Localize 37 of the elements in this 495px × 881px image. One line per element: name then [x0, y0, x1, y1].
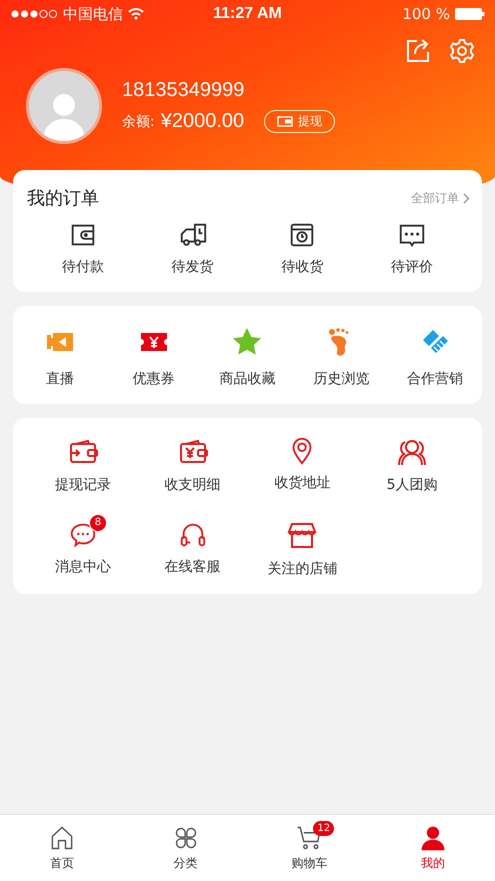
balance-amount: ¥2000.00 [160, 110, 244, 133]
menu-item-label[interactable]: 合作营销 [407, 370, 464, 388]
menu-item-label[interactable]: 5人团购 [386, 476, 438, 494]
share-icon[interactable] [405, 38, 431, 64]
menu-item-label[interactable]: 在线客服 [164, 558, 221, 576]
balance-label: 余额: [122, 112, 155, 130]
chevron-right-icon [463, 192, 470, 204]
person-icon [419, 824, 448, 852]
menu-item-label[interactable]: 待收货 [281, 258, 324, 276]
tab[interactable]: 首页 [0, 815, 124, 881]
menu-item-label[interactable]: 历史浏览 [313, 370, 370, 388]
wallet-icon [277, 116, 294, 127]
carrier-name: 中国电信 [63, 4, 123, 24]
menu-item-label[interactable]: 收货地址 [274, 474, 330, 492]
tab[interactable]: 12 购物车 [248, 815, 372, 881]
menu-item-label[interactable]: 待发货 [172, 258, 214, 276]
menu-item-label[interactable]: 直播 [46, 370, 74, 388]
menu-item-label[interactable]: 提现记录 [54, 476, 111, 494]
menu-item-label[interactable]: 关注的店铺 [267, 560, 338, 578]
clock: 11:27 AM [213, 5, 282, 23]
menu-item-label[interactable]: 商品收藏 [219, 370, 276, 388]
battery-percent: 100 % [402, 5, 450, 23]
signal-icon [10, 9, 58, 19]
count-badge: 8 [88, 514, 107, 532]
count-badge: 12 [313, 821, 334, 836]
menu-item-label[interactable]: 待付款 [62, 258, 104, 276]
menu-item-label[interactable]: 待评价 [391, 258, 434, 276]
menu-item-label[interactable]: 收支明细 [164, 476, 221, 494]
phone-number: 18135349999 [122, 79, 246, 102]
battery-icon [455, 8, 485, 20]
wifi-icon [128, 8, 144, 20]
tab[interactable]: 我的 [371, 815, 495, 881]
menu-item-label[interactable]: 优惠券 [132, 370, 175, 388]
menu-item-label[interactable]: 消息中心 [54, 558, 111, 576]
settings-icon[interactable] [449, 38, 475, 64]
section-title: 我的订单 [27, 187, 99, 210]
tab[interactable]: 分类 [124, 815, 248, 881]
